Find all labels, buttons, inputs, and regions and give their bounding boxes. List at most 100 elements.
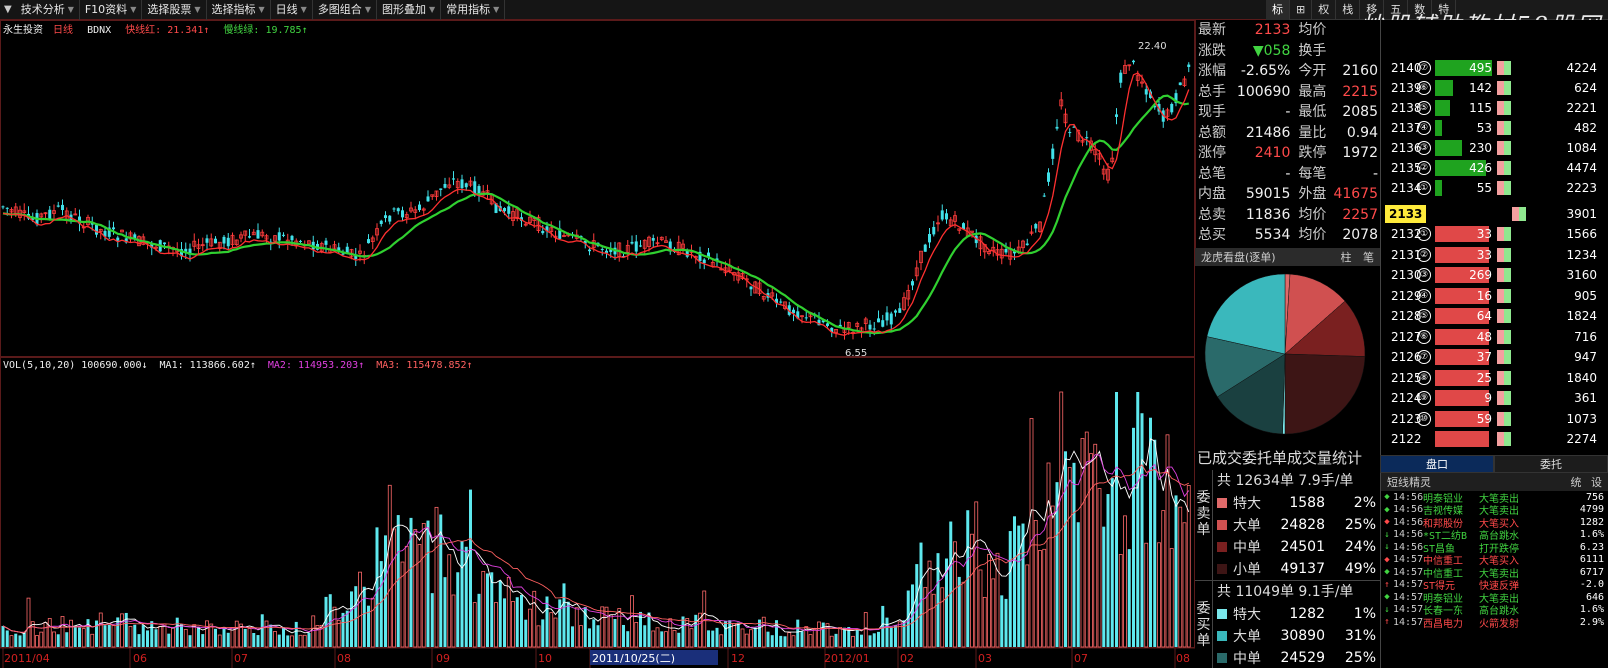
volume-bar — [821, 622, 825, 647]
sprite-signal-icon: ◆ — [1384, 592, 1390, 603]
bid-row[interactable]: 2127 ⑥ 48 716 — [1381, 327, 1608, 347]
volume-bar — [146, 630, 149, 647]
volume-bar — [162, 623, 167, 648]
toolbar-item-4[interactable]: 日线 ▼ — [271, 0, 313, 20]
bid-row[interactable]: 2128 ⑤ 64 1824 — [1381, 306, 1608, 326]
volume-bar — [171, 627, 175, 648]
ask-level: ⑦ — [1417, 61, 1431, 75]
quote-row: 总买 5534 均价 2078 — [1196, 225, 1380, 246]
bid-row[interactable]: 2124 ⑨ 9 361 — [1381, 388, 1608, 408]
right-tab-2[interactable]: 权 — [1312, 0, 1337, 20]
bid-row[interactable]: 2131 ② 33 1234 — [1381, 245, 1608, 265]
candle-body — [324, 240, 328, 245]
volume-bar — [681, 616, 685, 647]
volume-bar — [273, 631, 277, 648]
candle-body — [881, 320, 885, 327]
candle-body — [634, 241, 638, 252]
size-volume: 24828 — [1280, 517, 1325, 533]
toolbar-item-7[interactable]: 常用指标 ▼ — [441, 0, 506, 20]
toolbar-item-2[interactable]: 选择股票 ▼ — [142, 0, 207, 20]
order-tab-1[interactable]: 委托 — [1494, 455, 1608, 473]
toolbar-item-3[interactable]: 选择指标 ▼ — [207, 0, 271, 20]
kline-chart[interactable]: 22.40 6.55 2011/04 06 07 08 09 10 2011/10/25(二) 1… — [0, 20, 1195, 668]
vol-label: VOL(5,10,20) 100690.000↓ — [3, 360, 148, 371]
low-price-label: 6.55 — [845, 348, 867, 359]
sprite-settings-button[interactable]: 设 — [1591, 476, 1602, 489]
candle-body — [885, 312, 889, 321]
chart-canvas[interactable]: 22.40 6.55 2011/04 06 07 08 09 10 2011/10/25(二) 1… — [0, 20, 1195, 668]
bid-level: ② — [1417, 247, 1431, 262]
quote-key: 最新 — [1198, 22, 1226, 39]
quote-key2: 今开 — [1298, 63, 1327, 80]
bid-qty-cell: 25 — [1435, 369, 1495, 387]
order-tab-0[interactable]: 盘口 — [1380, 455, 1494, 473]
volume-bar — [660, 631, 664, 647]
volume-bar — [838, 626, 843, 648]
volume-bar — [243, 628, 247, 647]
ask-row[interactable]: 2135 ② 426 4474 — [1381, 158, 1608, 178]
quote-key: 总手 — [1198, 83, 1226, 100]
bid-row[interactable]: 2129 ④ 16 905 — [1381, 286, 1608, 306]
volume-bar — [1182, 522, 1187, 648]
toolbar-item-6[interactable]: 图形叠加 ▼ — [377, 0, 442, 20]
sprite-signal-icon: ↓ — [1384, 604, 1390, 615]
sprite-value: 6111 — [1579, 554, 1604, 566]
toolbar-item-0[interactable]: 技术分析 ▼ — [16, 0, 80, 20]
sprite-value: 756 — [1585, 491, 1604, 503]
pie-tab-tick[interactable]: 笔 — [1363, 251, 1374, 264]
ask-row[interactable]: 2140 ⑦ 495 4224 — [1381, 58, 1608, 78]
candle-body — [214, 238, 217, 244]
bid-mini-bar — [1497, 288, 1511, 303]
sprite-row[interactable]: ↑ 14:57 西昌电力 火箭发射 2.9% — [1381, 616, 1608, 630]
right-tab-5[interactable]: 五 — [1384, 0, 1409, 20]
right-tab-4[interactable]: 移 — [1360, 0, 1385, 20]
ask-price: 2140 — [1391, 61, 1422, 75]
ask-row[interactable]: 2134 ① 55 2223 — [1381, 178, 1608, 198]
toolbar-menu-icon[interactable]: ▼ — [0, 4, 12, 15]
toolbar-item-label: 选择指标 — [211, 2, 256, 16]
right-tab-7[interactable]: 特 — [1432, 0, 1457, 20]
sell-stats-header: 共 12634单 7.9手/单 — [1217, 473, 1354, 489]
current-price-row[interactable]: 2133 3901 — [1381, 204, 1608, 224]
sprite-time: 14:57 — [1393, 566, 1424, 578]
x-tick-label: 2011/04 — [4, 652, 50, 665]
toolbar-item-1[interactable]: F10资料 ▼ — [80, 0, 143, 20]
bid-row[interactable]: 2130 ③ 269 3160 — [1381, 265, 1608, 285]
bid-row[interactable]: 2126 ⑦ 37 947 — [1381, 347, 1608, 367]
volume-bar — [472, 602, 477, 648]
sprite-event: 火箭发射 — [1479, 618, 1519, 630]
volume-bar — [47, 618, 52, 648]
ask-row[interactable]: 2139 ⑥ 142 624 — [1381, 78, 1608, 98]
bid-row[interactable]: 2123 ⑩ 59 1073 — [1381, 409, 1608, 429]
volume-bar — [264, 620, 269, 648]
quote-value: 21486 — [1245, 124, 1291, 141]
sprite-time: 14:57 — [1393, 604, 1424, 616]
ask-row[interactable]: 2136 ③ 230 1084 — [1381, 138, 1608, 158]
bid-row[interactable]: 2125 ⑧ 25 1840 — [1381, 368, 1608, 388]
volume-bar — [1149, 417, 1152, 647]
candle-body — [226, 237, 230, 247]
right-tab-6[interactable]: 数 — [1408, 0, 1433, 20]
sprite-stats-button[interactable]: 统 — [1571, 476, 1582, 489]
pie-tab-bar[interactable]: 柱 — [1341, 251, 1352, 264]
bid-qty-bar — [1435, 390, 1489, 406]
ask-price: 2135 — [1391, 161, 1422, 175]
ask-row[interactable]: 2138 ⑤ 115 2221 — [1381, 98, 1608, 118]
bid-row[interactable]: 2122 2274 — [1381, 429, 1608, 449]
toolbar-item-5[interactable]: 多图组合 ▼ — [313, 0, 377, 20]
right-tab-1[interactable]: ⊞ — [1290, 0, 1313, 20]
volume-bar — [1013, 516, 1016, 647]
candle-body — [116, 237, 120, 241]
ask-row[interactable]: 2137 ④ 53 482 — [1381, 118, 1608, 138]
right-tab-3[interactable]: 栈 — [1336, 0, 1361, 20]
volume-bar — [1076, 522, 1080, 647]
right-tab-0[interactable]: 标 — [1266, 0, 1290, 20]
volume-bar — [1067, 467, 1072, 648]
volume-bar — [69, 619, 73, 648]
candle-body — [889, 313, 893, 325]
bid-price: 2125 — [1391, 370, 1422, 385]
bid-total: 1234 — [1566, 247, 1597, 262]
volume-bar — [26, 597, 31, 648]
quote-key2: 均价 — [1298, 206, 1327, 223]
bid-row[interactable]: 2132 ① 33 1566 — [1381, 224, 1608, 244]
